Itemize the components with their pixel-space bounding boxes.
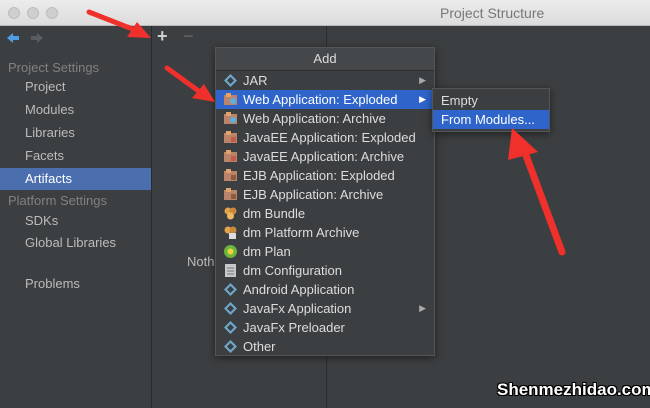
submenu-item-empty[interactable]: Empty [433, 91, 549, 110]
menu-item-web-app-exploded[interactable]: Web Application: Exploded ▶ [216, 90, 434, 109]
window-title: Project Structure [440, 5, 545, 21]
menu-item-javaee-exploded[interactable]: JavaEE Application: Exploded [216, 128, 434, 147]
annotation-arrow-to-web-app [164, 65, 215, 102]
project-settings-heading: Project Settings [8, 60, 100, 75]
forward-arrow-icon[interactable] [29, 30, 45, 46]
menu-item-label: dm Bundle [243, 206, 306, 221]
javafx-icon [224, 302, 237, 315]
menu-item-label: Android Application [243, 282, 355, 297]
menu-item-label: EJB Application: Exploded [243, 168, 395, 183]
sidebar-item-facets[interactable]: Facets [0, 145, 151, 167]
menu-item-label: Web Application: Archive [243, 111, 386, 126]
add-artifact-button[interactable]: + [157, 27, 168, 45]
annotation-arrow-to-from-modules [508, 128, 566, 256]
javaee-icon [224, 131, 237, 143]
menu-item-dm-plan[interactable]: dm Plan [216, 242, 434, 261]
ejb-icon [224, 169, 237, 181]
menu-item-label: Other [243, 339, 276, 354]
dm-bundle-icon [224, 207, 237, 220]
submenu-arrow-icon: ▶ [419, 75, 426, 85]
add-menu-title: Add [216, 48, 434, 71]
menu-item-other[interactable]: Other [216, 337, 434, 356]
menu-item-android-app[interactable]: Android Application [216, 280, 434, 299]
android-icon [224, 283, 237, 296]
watermark-text: Shenmezhidao.com [497, 380, 650, 399]
javafx-icon [224, 321, 237, 334]
menu-item-label: JAR [243, 73, 268, 88]
menu-item-label: JavaFx Application [243, 301, 352, 316]
sidebar: Project Settings Project Modules Librari… [0, 26, 152, 408]
menu-item-dm-bundle[interactable]: dm Bundle [216, 204, 434, 223]
sidebar-item-modules[interactable]: Modules [0, 99, 151, 121]
menu-item-label: dm Configuration [243, 263, 342, 278]
minimize-window-button[interactable] [27, 7, 39, 19]
sidebar-item-sdks[interactable]: SDKs [0, 210, 151, 232]
dm-config-icon [225, 264, 236, 277]
ejb-icon [224, 188, 237, 200]
menu-item-dm-platform-archive[interactable]: dm Platform Archive [216, 223, 434, 242]
empty-panel-text: Noth [187, 254, 215, 269]
menu-item-web-app-archive[interactable]: Web Application: Archive [216, 109, 434, 128]
sidebar-item-problems[interactable]: Problems [0, 273, 151, 295]
sidebar-item-global-libraries[interactable]: Global Libraries [0, 232, 151, 254]
menu-item-javafx-preloader[interactable]: JavaFx Preloader [216, 318, 434, 337]
web-app-icon [224, 93, 237, 105]
add-menu: Add JAR ▶ Web Application: Exploded ▶ We… [215, 47, 435, 356]
menu-item-ejb-exploded[interactable]: EJB Application: Exploded [216, 166, 434, 185]
menu-item-ejb-archive[interactable]: EJB Application: Archive [216, 185, 434, 204]
submenu-arrow-icon: ▶ [419, 94, 426, 104]
remove-artifact-button[interactable]: − [183, 27, 194, 45]
annotation-arrow-to-add [86, 9, 151, 38]
menu-item-label: dm Platform Archive [243, 225, 360, 240]
other-icon [224, 340, 237, 353]
platform-settings-heading: Platform Settings [8, 193, 107, 208]
web-app-icon [224, 112, 237, 124]
javaee-icon [224, 150, 237, 162]
dm-plan-icon [224, 245, 237, 258]
dm-archive-icon [224, 226, 237, 239]
sidebar-item-project[interactable]: Project [0, 76, 151, 98]
close-window-button[interactable] [8, 7, 20, 19]
sidebar-item-libraries[interactable]: Libraries [0, 122, 151, 144]
sidebar-item-artifacts[interactable]: Artifacts [0, 168, 151, 190]
menu-item-jar[interactable]: JAR ▶ [216, 71, 434, 90]
zoom-window-button[interactable] [46, 7, 58, 19]
jar-icon [224, 74, 237, 87]
menu-item-dm-configuration[interactable]: dm Configuration [216, 261, 434, 280]
menu-item-javaee-archive[interactable]: JavaEE Application: Archive [216, 147, 434, 166]
menu-item-javafx-app[interactable]: JavaFx Application ▶ [216, 299, 434, 318]
menu-item-label: JavaEE Application: Archive [243, 149, 405, 164]
back-arrow-icon[interactable] [5, 30, 21, 46]
menu-item-label: JavaEE Application: Exploded [243, 130, 416, 145]
menu-item-label: dm Plan [243, 244, 291, 259]
submenu-arrow-icon: ▶ [419, 303, 426, 313]
menu-item-label: EJB Application: Archive [243, 187, 384, 202]
menu-item-label: Web Application: Exploded [243, 92, 398, 107]
menu-item-label: JavaFx Preloader [243, 320, 345, 335]
